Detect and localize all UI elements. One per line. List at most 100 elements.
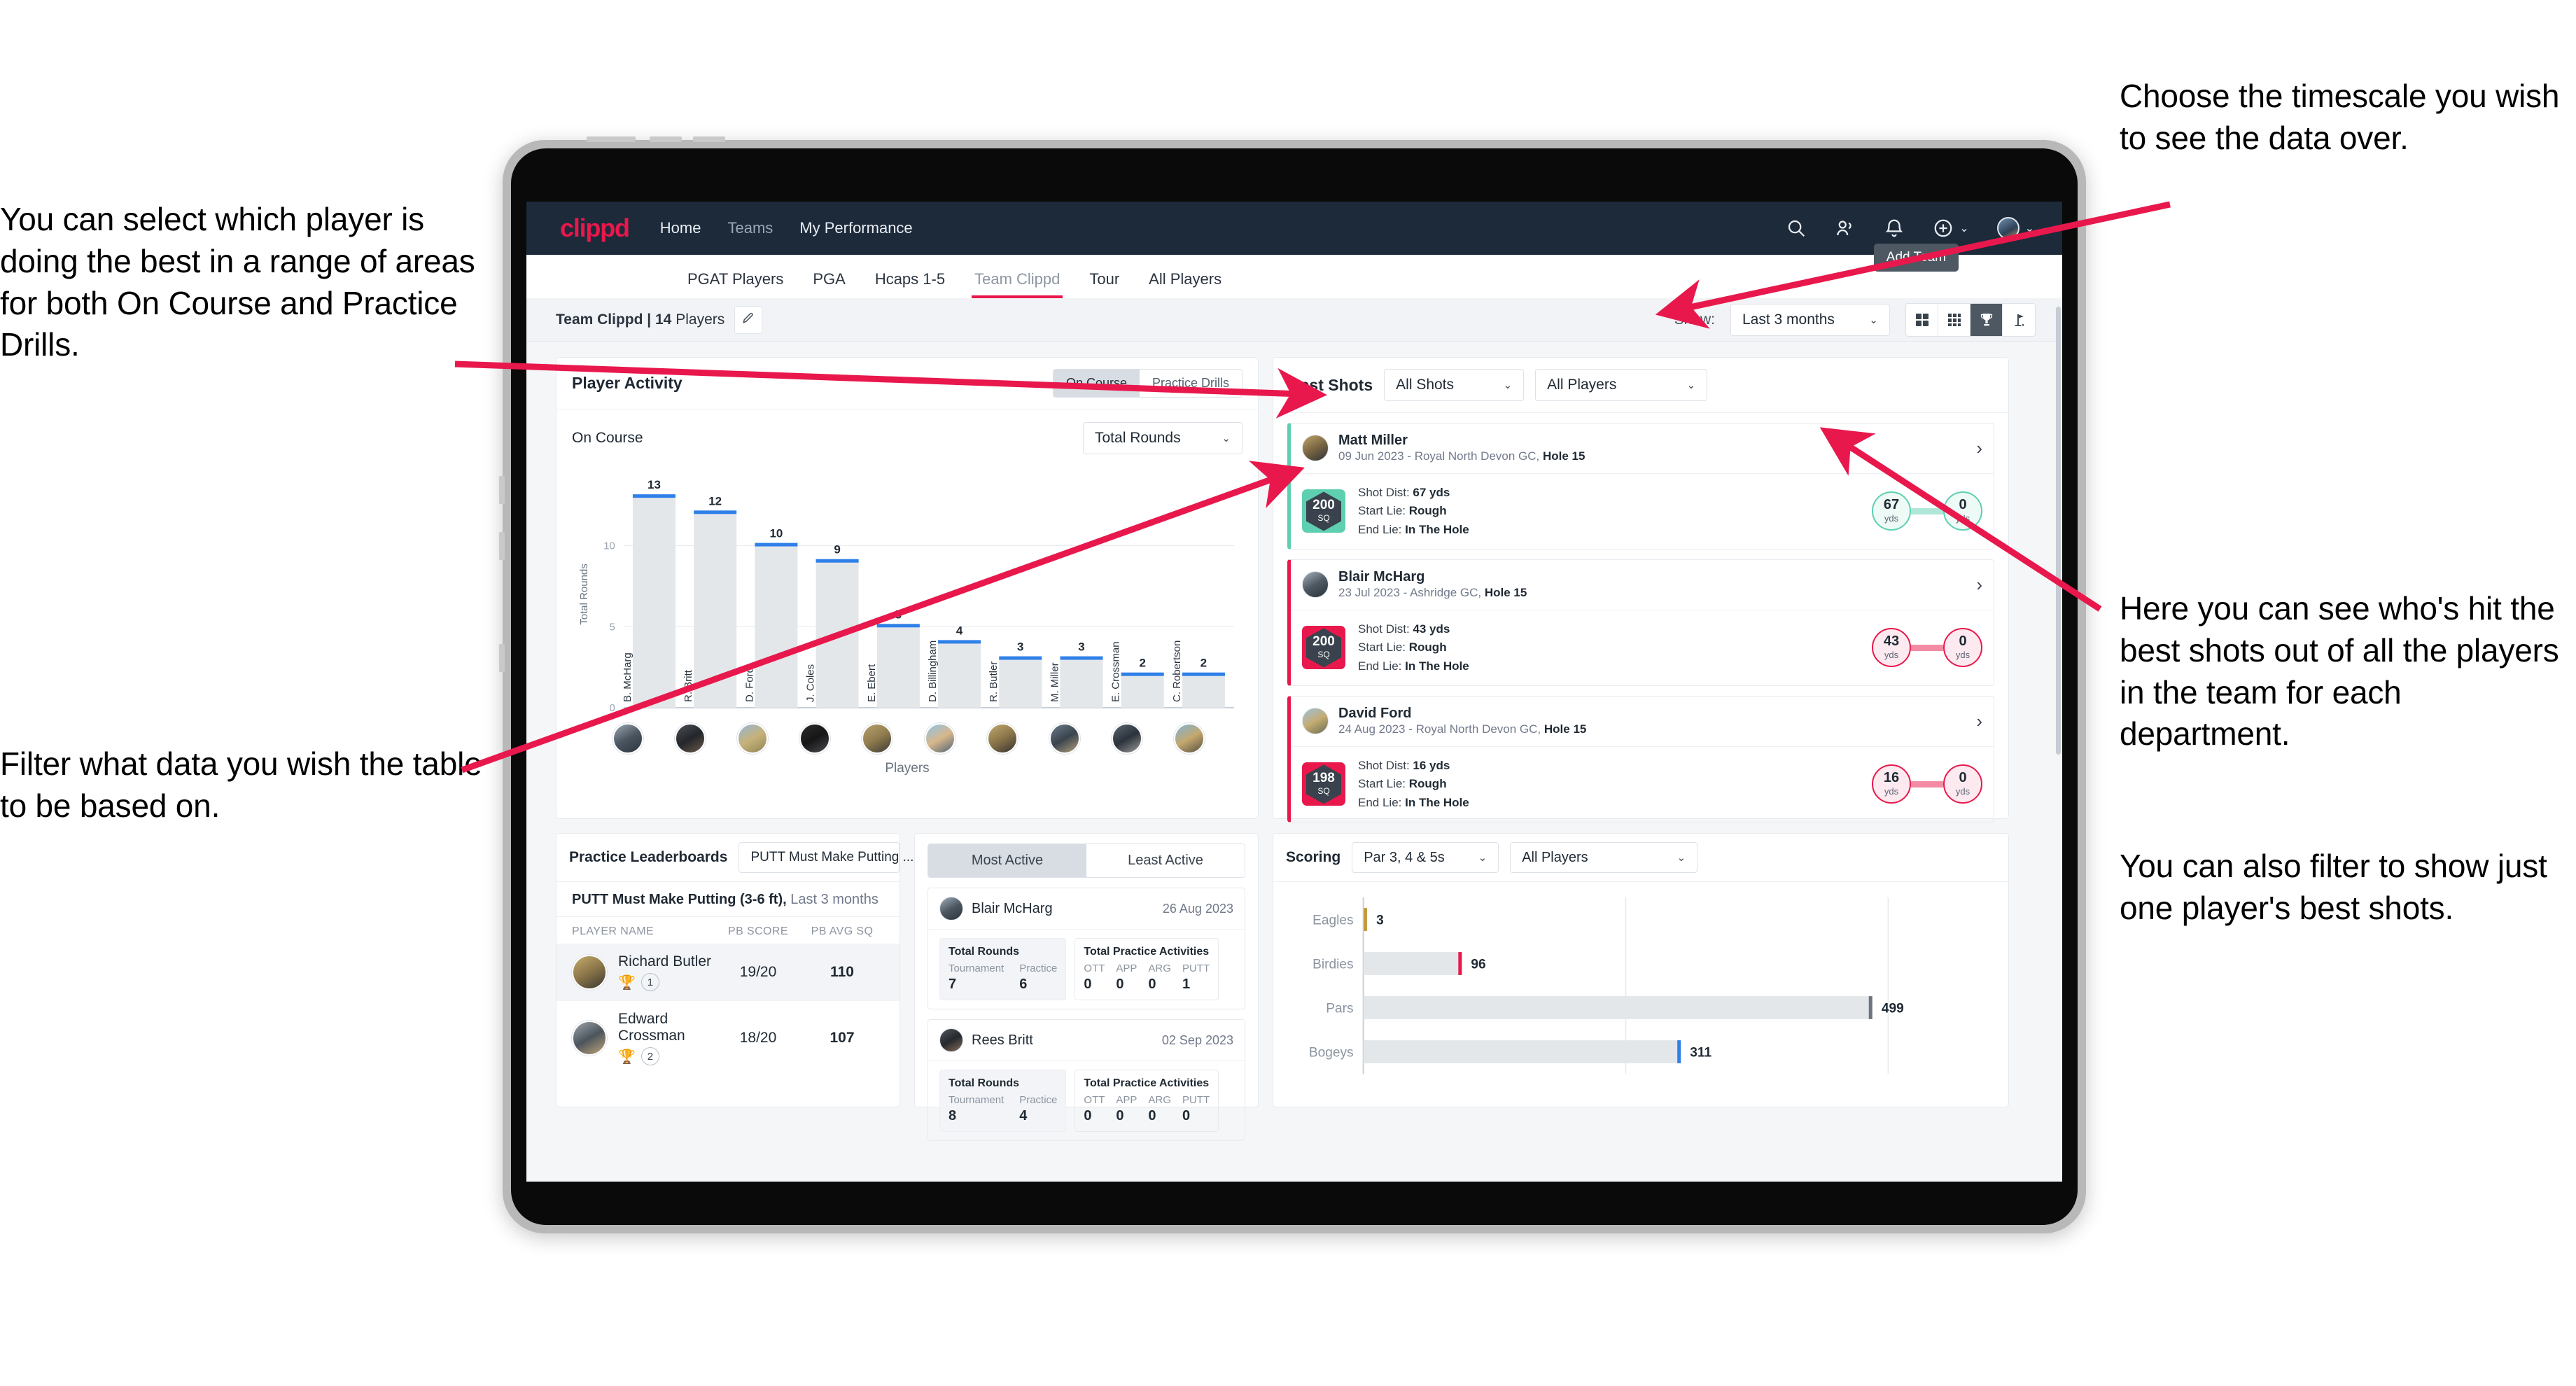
metric-value: 7 [948, 976, 957, 992]
shot-quality-value: 200 [1312, 497, 1335, 512]
par-filter-select[interactable]: Par 3, 4 & 5s ⌄ [1352, 842, 1499, 873]
avatar[interactable] [862, 723, 893, 754]
drill-select[interactable]: PUTT Must Make Putting ... ⌄ [738, 842, 932, 873]
svg-text:311: 311 [1690, 1046, 1712, 1060]
best-shots-player-select[interactable]: All Players ⌄ [1535, 369, 1708, 401]
shot-quality-unit: SQ [1317, 785, 1330, 796]
device-button [650, 136, 682, 142]
tab-tour[interactable]: Tour [1089, 270, 1119, 298]
end-lie-label: End Lie: [1358, 795, 1406, 809]
people-icon[interactable] [1835, 218, 1856, 239]
player-badges: 🏆 2 [618, 1047, 716, 1065]
rounds-metric-select[interactable]: Total Rounds ⌄ [1083, 422, 1242, 454]
section-tabs: PGAT Players PGA Hcaps 1-5 Team Clippd T… [526, 244, 2062, 298]
svg-text:D. Ford: D. Ford [743, 667, 755, 702]
shot-end-marker: 0 yds [1943, 628, 1982, 668]
timescale-select[interactable]: Last 3 months ⌄ [1730, 303, 1890, 336]
best-shot-card[interactable]: Matt Miller 09 Jun 2023 - Royal North De… [1287, 423, 1994, 550]
tab-all-players[interactable]: All Players [1149, 270, 1222, 298]
view-grid-large-button[interactable] [1906, 303, 1938, 336]
view-grid-small-button[interactable] [1938, 303, 1970, 336]
start-lie-label: Start Lie: [1358, 504, 1409, 518]
shot-type-select[interactable]: All Shots ⌄ [1384, 369, 1525, 401]
scoring-card: Scoring Par 3, 4 & 5s ⌄ All Players ⌄ 3 … [1273, 833, 2009, 1107]
best-shot-card[interactable]: David Ford 24 Aug 2023 - Royal North Dev… [1287, 695, 1994, 822]
player-name: Edward Crossman [618, 1011, 685, 1044]
nav-item-home[interactable]: Home [660, 219, 701, 237]
avatar [1996, 217, 2019, 239]
nav-item-teams[interactable]: Teams [727, 219, 773, 237]
svg-text:J. Coles: J. Coles [805, 664, 817, 702]
segment-on-course[interactable]: On Course [1053, 370, 1140, 397]
metric-key: OTT [1084, 1094, 1105, 1106]
tab-most-active[interactable]: Most Active [928, 844, 1086, 877]
shot-start-value: 16 [1883, 769, 1900, 785]
add-menu[interactable]: ⌄ [1933, 218, 1969, 239]
annotation-right-bottom: You can also filter to show just one pla… [2120, 848, 2547, 926]
activity-card[interactable]: Rees Britt 02 Sep 2023 Total Rounds Tour… [927, 1019, 1245, 1141]
chevron-right-icon[interactable]: › [1976, 575, 1982, 594]
page-scrollbar[interactable] [2056, 307, 2061, 755]
best-shot-card[interactable]: Blair McHarg 23 Jul 2023 - Ashridge GC, … [1287, 559, 1994, 686]
avatar[interactable] [1173, 723, 1205, 754]
clippd-logo[interactable]: clippd [560, 214, 630, 243]
tab-least-active[interactable]: Least Active [1086, 844, 1245, 877]
shot-dist-value: 16 yds [1413, 758, 1450, 772]
avatar[interactable] [612, 723, 643, 754]
bell-icon[interactable] [1884, 218, 1905, 239]
leaderboard-column-headers: PLAYER NAME PB SCORE PB AVG SQ [556, 917, 899, 944]
view-flag-button[interactable] [2003, 304, 2035, 336]
avatar[interactable] [799, 723, 831, 754]
scoring-player-select[interactable]: All Players ⌄ [1510, 842, 1698, 873]
total-rounds-values: Tournament 8 Practice 4 [948, 1094, 1057, 1124]
activity-card-body: Total Rounds Tournament 7 Practice 6 Total… [928, 930, 1245, 1009]
svg-text:Total Rounds: Total Rounds [578, 564, 590, 624]
chevron-down-icon: ⌄ [1478, 852, 1488, 864]
scoring-player-value: All Players [1522, 849, 1588, 865]
shot-quality-value: 200 [1312, 634, 1335, 649]
avatar[interactable] [675, 723, 706, 754]
practice-leaderboards-title: Practice Leaderboards [569, 849, 728, 865]
tab-pga[interactable]: PGA [813, 270, 845, 298]
chevron-right-icon[interactable]: › [1976, 439, 1982, 457]
plus-circle-icon[interactable] [1933, 218, 1954, 239]
svg-text:5: 5 [610, 621, 615, 633]
metric-value: 8 [948, 1108, 957, 1124]
svg-text:499: 499 [1882, 1002, 1904, 1016]
avatar [572, 1021, 607, 1056]
annotation-right-middle: Here you can see who's hit the best shot… [2120, 590, 2559, 752]
activity-card[interactable]: Blair McHarg 26 Aug 2023 Total Rounds To… [927, 888, 1245, 1009]
segment-practice-drills[interactable]: Practice Drills [1139, 370, 1242, 397]
edit-team-button[interactable] [734, 305, 763, 334]
metric-key: Tournament [948, 1094, 1004, 1106]
chevron-right-icon[interactable]: › [1976, 712, 1982, 730]
search-icon[interactable] [1786, 218, 1807, 239]
left-column: Player Activity On Course Practice Drill… [556, 357, 1259, 1141]
tab-team-clippd[interactable]: Team Clippd [972, 270, 1063, 298]
shot-quality-unit: SQ [1317, 512, 1330, 523]
avatar[interactable] [737, 723, 769, 754]
view-trophy-button[interactable] [1970, 303, 2003, 336]
table-row[interactable]: Edward Crossman 🏆 2 18/20 107 [556, 1001, 899, 1075]
practice-leaderboards-header: Practice Leaderboards PUTT Must Make Put… [556, 834, 932, 882]
metric-key: OTT [1084, 962, 1105, 974]
svg-text:D. Billingham: D. Billingham [927, 640, 939, 702]
team-name: Team Clippd [556, 311, 643, 328]
svg-text:10: 10 [603, 540, 615, 552]
metric-value: 1 [1182, 976, 1191, 992]
player-badges: 🏆 1 [618, 973, 716, 991]
metric-key: APP [1116, 962, 1138, 974]
avatar[interactable] [1111, 723, 1142, 754]
shot-meta: 23 Jul 2023 - Ashridge GC, Hole 15 [1338, 586, 1527, 599]
table-row[interactable]: Richard Butler 🏆 1 19/20 110 [556, 944, 899, 1001]
tab-hcaps-1-5[interactable]: Hcaps 1-5 [875, 270, 945, 298]
avatar[interactable] [986, 723, 1018, 754]
avatar[interactable] [1049, 723, 1080, 754]
svg-text:10: 10 [769, 527, 783, 540]
nav-item-my-performance[interactable]: My Performance [799, 219, 912, 237]
svg-text:0: 0 [610, 702, 615, 714]
tab-pgat-players[interactable]: PGAT Players [687, 270, 783, 298]
avatar[interactable] [924, 723, 955, 754]
hexagon-icon: 200 SQ [1306, 491, 1341, 531]
user-menu[interactable]: ⌄ [1996, 217, 2034, 239]
